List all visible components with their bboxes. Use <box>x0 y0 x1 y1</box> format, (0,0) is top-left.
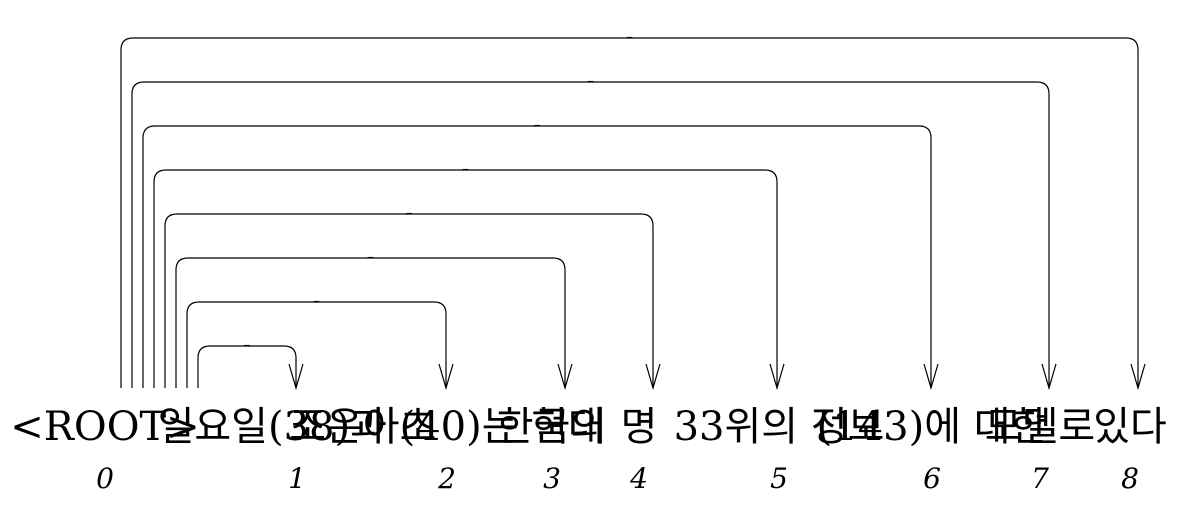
arc-line <box>120 37 1139 388</box>
dependency-arc: _ <box>175 245 573 391</box>
dependency-arc: _ <box>120 25 1146 391</box>
dependency-arc: _ <box>142 113 939 391</box>
arc-label: _ <box>313 289 320 302</box>
dependency-diagram: ________ <ROOT>0일요일(38)과 초1조은아(40)는 현대2한… <box>10 25 1167 495</box>
dependency-arc: _ <box>164 201 661 391</box>
arc-label: _ <box>533 113 540 126</box>
arc-label: _ <box>626 25 633 38</box>
arc-label: _ <box>367 245 374 258</box>
token-index: 6 <box>923 462 941 495</box>
arc-line <box>197 345 297 388</box>
arc-label: _ <box>405 201 412 214</box>
token-text: 있다 <box>1093 404 1167 450</box>
dependency-arc: _ <box>131 69 1057 391</box>
tokens-layer: <ROOT>0일요일(38)과 초1조은아(40)는 현대2한국의3명433위의… <box>10 404 1167 495</box>
token-index: 5 <box>770 462 788 495</box>
dependency-arc: _ <box>153 157 785 391</box>
dependency-arc: _ <box>186 289 454 391</box>
token-text: 명 <box>621 404 658 450</box>
token-text: 모델로 <box>985 404 1095 450</box>
token-index: 1 <box>288 462 306 495</box>
token-text: 한국의 <box>497 404 607 450</box>
arc-line <box>175 257 566 388</box>
arc-label: _ <box>243 333 250 346</box>
token-index: 4 <box>629 462 648 495</box>
dependency-arc: _ <box>197 333 304 391</box>
arc-line <box>131 81 1050 388</box>
token-index: 0 <box>96 462 114 495</box>
token-index: 2 <box>437 462 456 495</box>
token-index: 7 <box>1031 462 1049 495</box>
token-index: 8 <box>1121 462 1139 495</box>
arcs-layer: _ _ _ _ _ _ _ _ <box>120 25 1146 391</box>
arc-line <box>153 169 778 388</box>
arc-line <box>186 301 447 388</box>
arc-label: _ <box>587 69 594 82</box>
arc-label: _ <box>462 157 469 170</box>
arc-line <box>142 125 932 388</box>
token-index: 3 <box>543 462 561 495</box>
arc-line <box>164 213 654 388</box>
